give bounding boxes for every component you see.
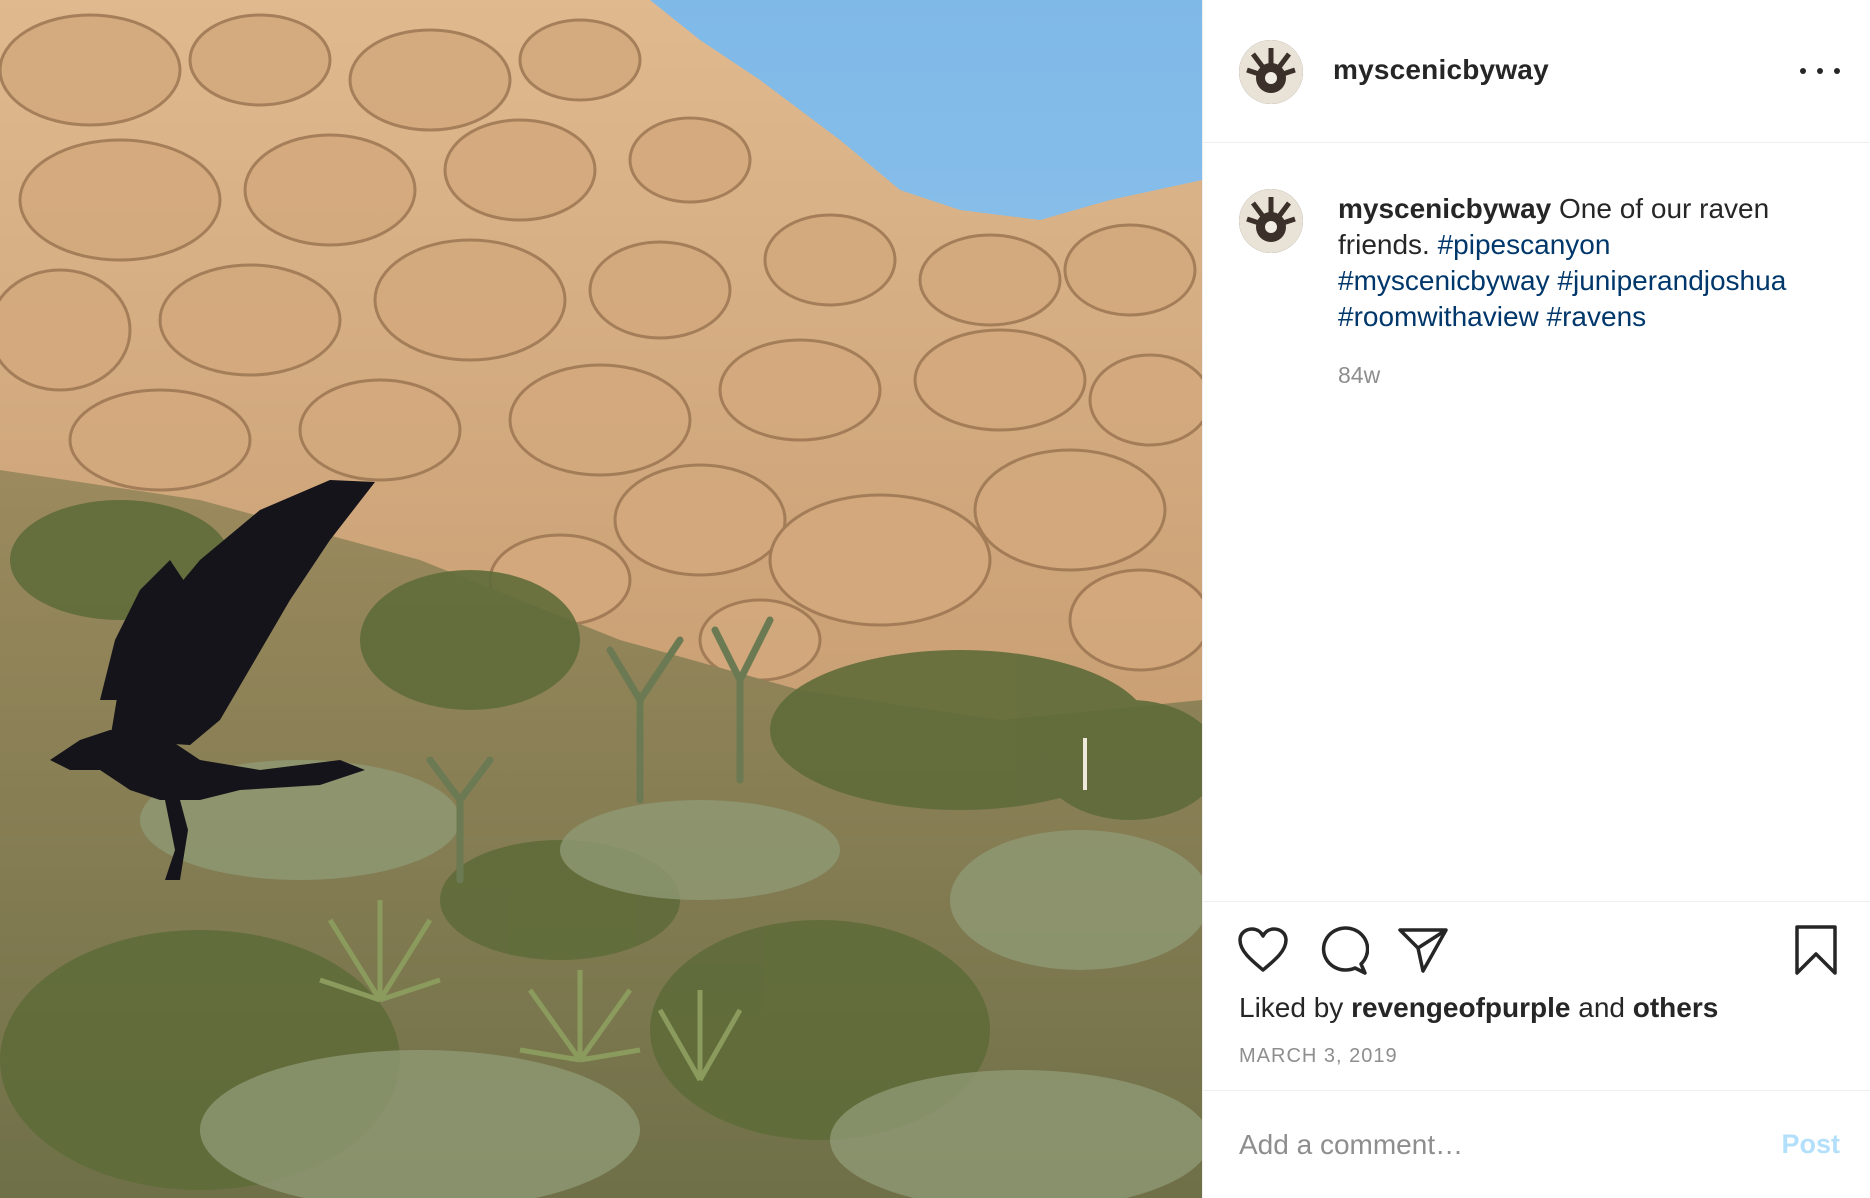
likes-conjunction: and — [1578, 992, 1625, 1023]
post-header: myscenicbyway — [1203, 0, 1870, 143]
like-button[interactable] — [1237, 926, 1289, 974]
more-options-icon — [1800, 68, 1806, 74]
caption-time-ago[interactable]: 84w — [1338, 362, 1380, 389]
caption-username[interactable]: myscenicbyway — [1338, 193, 1551, 224]
liked-by-user[interactable]: revengeofpurple — [1351, 992, 1570, 1023]
likes-prefix: Liked by — [1239, 992, 1344, 1023]
save-button[interactable] — [1793, 924, 1839, 976]
post-photo[interactable] — [0, 0, 1202, 1198]
likes-summary[interactable]: Liked by revengeofpurple and others — [1239, 992, 1718, 1024]
heart-icon — [1238, 927, 1288, 972]
author-avatar[interactable] — [1239, 40, 1303, 104]
more-options-icon-dot — [1817, 68, 1823, 74]
bookmark-icon — [1795, 925, 1837, 975]
paper-plane-icon — [1398, 928, 1448, 973]
desert-raven-photo — [0, 0, 1202, 1198]
comment-icon — [1321, 926, 1369, 975]
avatar-image — [1239, 189, 1303, 253]
caption-section: myscenicbyway One of our raven friends. … — [1203, 143, 1870, 901]
more-options-button[interactable] — [1800, 56, 1840, 86]
comment-form: Post — [1203, 1091, 1870, 1198]
post-date[interactable]: MARCH 3, 2019 — [1239, 1045, 1398, 1068]
avatar-image — [1239, 40, 1303, 104]
hashtag-link[interactable]: #pipescanyon — [1438, 229, 1611, 260]
hashtag-link[interactable]: #ravens — [1547, 301, 1647, 332]
instagram-post: myscenicbyway myscenicbyway One of our r… — [0, 0, 1870, 1198]
comment-button[interactable] — [1317, 926, 1369, 976]
post-comment-button[interactable]: Post — [1781, 1129, 1840, 1160]
comment-input[interactable] — [1239, 1121, 1739, 1169]
post-details-panel: myscenicbyway myscenicbyway One of our r… — [1202, 0, 1870, 1198]
caption-text: myscenicbyway One of our raven friends. … — [1338, 191, 1838, 335]
likes-others[interactable]: others — [1633, 992, 1719, 1023]
more-options-icon-dot — [1834, 68, 1840, 74]
hashtag-link[interactable]: #roomwithaview — [1338, 301, 1539, 332]
caption-author-avatar[interactable] — [1239, 189, 1303, 253]
share-button[interactable] — [1397, 926, 1449, 974]
hashtag-link[interactable]: #juniperandjoshua — [1557, 265, 1786, 296]
post-actions: Liked by revengeofpurple and others MARC… — [1203, 901, 1870, 1091]
author-username[interactable]: myscenicbyway — [1333, 54, 1549, 86]
hashtag-link[interactable]: #myscenicbyway — [1338, 265, 1550, 296]
